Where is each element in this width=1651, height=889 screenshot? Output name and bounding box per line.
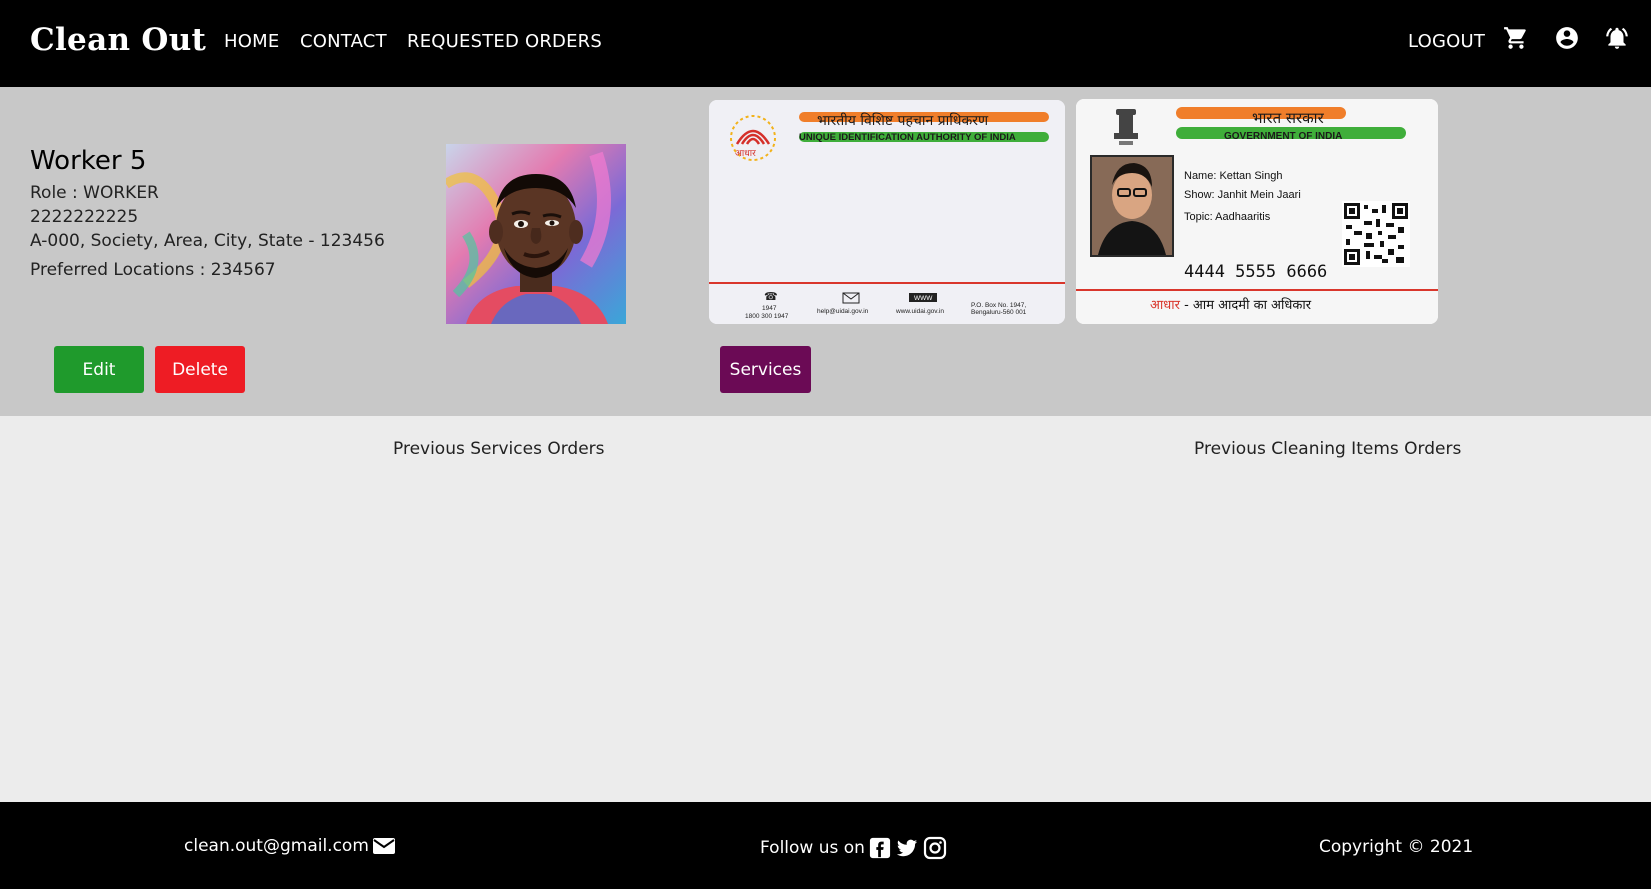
id-front-topic: Topic: Aadhaaritis [1184,211,1271,223]
id-back-email: help@uidai.gov.in [817,308,869,315]
notification-bell-icon[interactable] [1604,25,1630,51]
footer-follow-text: Follow us on [760,838,865,858]
id-back-www: WWW [914,295,933,302]
worker-profile-photo [446,144,626,324]
id-front-hindi-title: भारत सरकार [1252,109,1325,127]
footer: clean.out@gmail.com Follow us on Copyrig… [0,802,1651,889]
delete-button[interactable]: Delete [155,346,245,393]
id-back-phone-bottom: 1800 300 1947 [745,313,789,320]
id-back-logo-text: आधार [735,148,756,158]
nav-contact-link[interactable]: CONTACT [300,31,387,52]
id-back-english-title: UNIQUE IDENTIFICATION AUTHORITY OF INDIA [799,132,1016,143]
worker-address: A-000, Society, Area, City, State - 1234… [30,231,385,251]
id-card-back-image: आधार भारतीय विशिष्ट पहचान प्राधिकरण UNIQ… [709,100,1065,324]
footer-copyright: Copyright © 2021 [1319,837,1474,857]
twitter-icon[interactable] [895,837,919,859]
edit-button[interactable]: Edit [54,346,144,393]
worker-role: Role : WORKER [30,183,159,203]
previous-services-orders-heading: Previous Services Orders [393,439,605,459]
id-back-po-city: Bengaluru-560 001 [971,309,1027,316]
id-back-po-box: P.O. Box No. 1947, [971,302,1026,309]
id-front-show: Show: Janhit Mein Jaari [1184,189,1301,201]
id-back-phone-top: 1947 [762,305,777,312]
worker-profile-section: Worker 5 Role : WORKER 2222222225 A-000,… [0,87,1651,416]
id-front-name: Name: Kettan Singh [1184,170,1282,182]
svg-text:आधार - आम आदमी का अधिकार: आधार - आम आदमी का अधिकार [1150,297,1312,313]
footer-social-group: Follow us on [760,836,947,860]
footer-email-text[interactable]: clean.out@gmail.com [184,836,369,856]
brand-logo[interactable]: Clean Out [30,22,206,58]
nav-logout-link[interactable]: LOGOUT [1408,31,1485,52]
svg-text:☎: ☎ [764,291,778,303]
account-circle-icon[interactable] [1554,25,1580,51]
instagram-icon[interactable] [923,836,947,860]
id-front-footer-red: आधार [1150,298,1181,313]
nav-requested-orders-link[interactable]: REQUESTED ORDERS [407,31,602,52]
id-card-front-image: भारत सरकार GOVERNMENT OF INDIA Name: Ket… [1076,99,1438,324]
previous-cleaning-items-orders-heading: Previous Cleaning Items Orders [1194,439,1462,459]
id-back-website: www.uidai.gov.in [895,308,944,315]
cart-icon[interactable] [1503,25,1529,51]
worker-phone: 2222222225 [30,207,139,227]
worker-preferred-locations: Preferred Locations : 234567 [30,260,276,280]
id-back-hindi-title: भारतीय विशिष्ट पहचान प्राधिकरण [817,112,989,129]
nav-home-link[interactable]: HOME [224,31,279,52]
id-front-footer-text: - आम आदमी का अधिकार [1180,297,1312,313]
facebook-icon[interactable] [869,837,891,859]
mail-icon[interactable] [372,836,396,856]
footer-email-group: clean.out@gmail.com [184,836,396,856]
worker-name: Worker 5 [30,146,147,176]
services-button[interactable]: Services [720,346,811,393]
navbar: Clean Out HOME CONTACT REQUESTED ORDERS … [0,0,1651,87]
id-front-number: 4444 5555 6666 [1184,262,1327,282]
id-front-english-title: GOVERNMENT OF INDIA [1224,131,1342,142]
